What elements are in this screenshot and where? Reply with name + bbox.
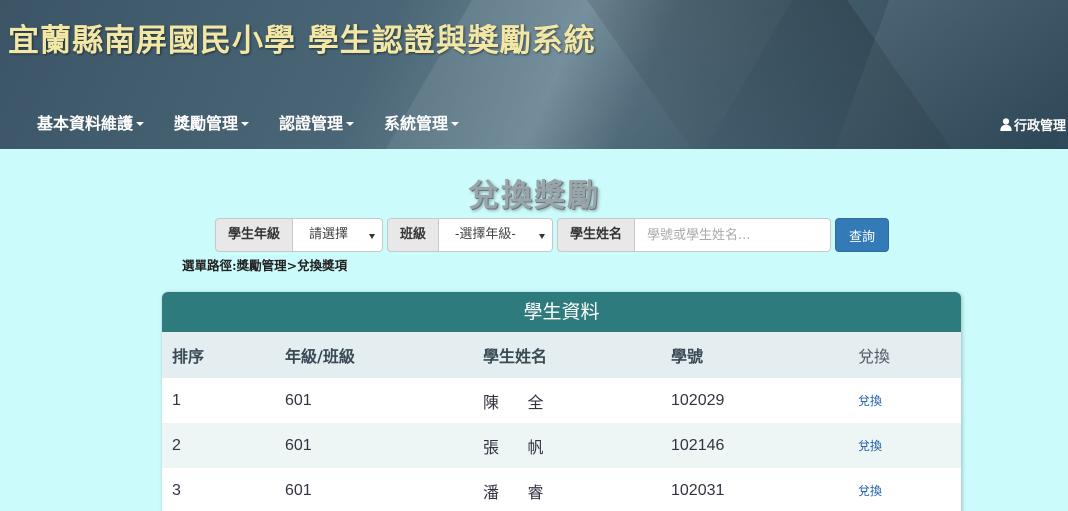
student-table: 排序 年級/班級 學生姓名 學號 兌換 1 601 陳 全 102029 兌換 … [162, 332, 961, 511]
cell-student-id: 102031 [661, 468, 848, 511]
caret-down-icon [136, 122, 145, 126]
caret-down-icon [241, 122, 250, 126]
nav-item-system-management[interactable]: 系統管理 [369, 108, 474, 140]
cell-rank: 1 [162, 378, 275, 423]
student-name-label: 學生姓名 [557, 218, 636, 252]
user-menu[interactable]: 行政管理 [999, 112, 1066, 136]
nav-item-label: 基本資料維護 [37, 114, 134, 133]
exchange-link[interactable]: 兌換 [858, 394, 882, 408]
grade-label: 學生年級 [215, 218, 294, 252]
class-label: 班級 [387, 218, 440, 252]
search-button[interactable]: 查詢 [835, 218, 890, 252]
cell-student-id: 102029 [661, 378, 848, 423]
column-header-name: 學生姓名 [473, 332, 661, 378]
grade-select-value: 請選擇 [309, 227, 349, 242]
nav-item-certification-management[interactable]: 認證管理 [264, 108, 369, 140]
dropdown-arrow-icon [539, 234, 546, 239]
table-row: 2 601 張 帆 102146 兌換 [162, 423, 961, 468]
cell-class: 601 [275, 378, 473, 423]
table-row: 3 601 潘 睿 102031 兌換 [162, 468, 961, 511]
cell-action: 兌換 [848, 468, 961, 511]
cell-rank: 2 [162, 423, 275, 468]
cell-name: 潘 睿 [473, 468, 661, 511]
student-name-input[interactable] [635, 218, 832, 252]
column-header-exchange: 兌換 [848, 332, 961, 378]
user-icon [1000, 118, 1012, 131]
cell-name: 陳 全 [473, 378, 661, 423]
class-select-value: -選擇年級- [455, 227, 516, 242]
cell-action: 兌換 [848, 423, 961, 468]
caret-down-icon [346, 122, 355, 126]
header-banner: 宜蘭縣南屏國民小學 學生認證與獎勵系統 基本資料維護 獎勵管理 認證管理 系統管… [0, 0, 1068, 149]
column-header-student-id: 學號 [661, 332, 848, 378]
class-select[interactable]: -選擇年級- [439, 218, 554, 252]
filter-bar: 學生年級 請選擇 班級 -選擇年級- 學生姓名 查詢 [215, 218, 890, 252]
student-data-panel: 學生資料 排序 年級/班級 學生姓名 學號 兌換 1 601 陳 全 10202… [162, 292, 961, 511]
panel-heading: 學生資料 [162, 292, 961, 332]
main-nav: 基本資料維護 獎勵管理 認證管理 系統管理 [22, 108, 474, 140]
user-menu-label: 行政管理 [1013, 118, 1066, 134]
table-row: 1 601 陳 全 102029 兌換 [162, 378, 961, 423]
cell-class: 601 [275, 468, 473, 511]
nav-item-basic-data[interactable]: 基本資料維護 [22, 108, 159, 140]
exchange-link[interactable]: 兌換 [858, 439, 882, 453]
nav-item-label: 認證管理 [279, 114, 344, 133]
cell-student-id: 102146 [661, 423, 848, 468]
exchange-link[interactable]: 兌換 [858, 484, 882, 498]
cell-name: 張 帆 [473, 423, 661, 468]
cell-rank: 3 [162, 468, 275, 511]
caret-down-icon [451, 122, 460, 126]
grade-select[interactable]: 請選擇 [293, 218, 384, 252]
table-header-row: 排序 年級/班級 學生姓名 學號 兌換 [162, 332, 961, 378]
dropdown-arrow-icon [369, 234, 376, 239]
cell-action: 兌換 [848, 378, 961, 423]
site-title: 宜蘭縣南屏國民小學 學生認證與獎勵系統 [8, 23, 596, 59]
page-title: 兌換獎勵 [468, 178, 600, 214]
column-header-rank: 排序 [162, 332, 275, 378]
nav-item-label: 系統管理 [384, 114, 449, 133]
nav-item-reward-management[interactable]: 獎勵管理 [159, 108, 264, 140]
column-header-class: 年級/班級 [275, 332, 473, 378]
cell-class: 601 [275, 423, 473, 468]
nav-item-label: 獎勵管理 [174, 114, 239, 133]
breadcrumb: 選單路徑:獎勵管理>兌換獎項 [182, 258, 348, 273]
